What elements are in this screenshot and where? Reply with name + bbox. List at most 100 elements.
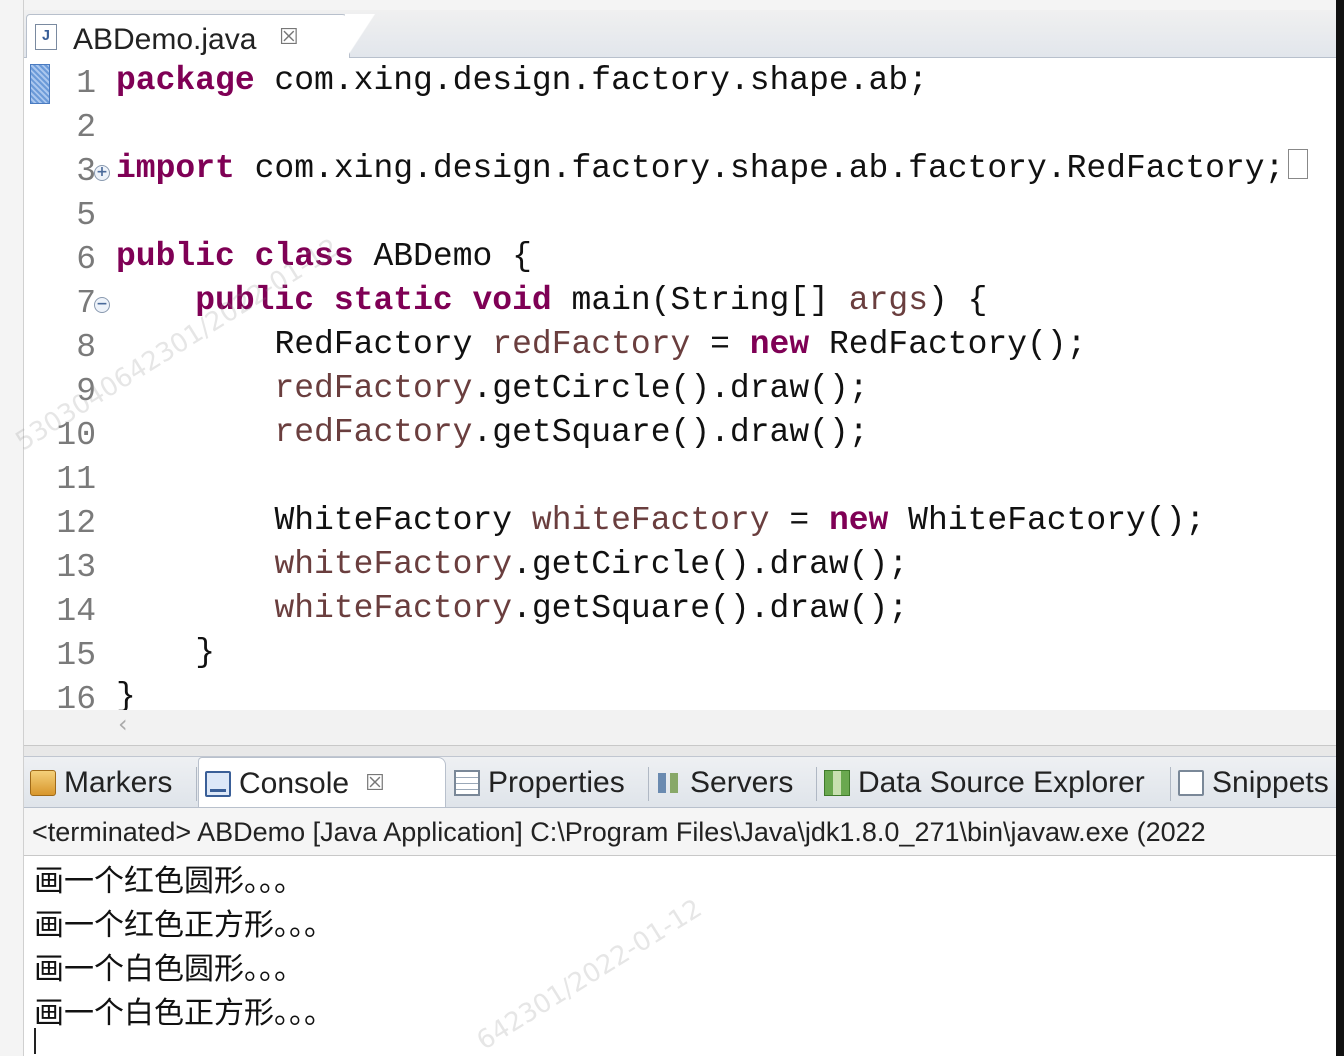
keyword: class	[254, 238, 354, 275]
editor-tab-abdemo[interactable]: J ABDemo.java ☒	[26, 14, 375, 60]
tab-label: Snippets	[1212, 766, 1329, 799]
eclipse-window: J ABDemo.java ☒ 1 2 3 + 5 6 7 − 8 9 10 1…	[0, 0, 1344, 1056]
snippets-icon	[1178, 770, 1204, 796]
data-source-explorer-icon	[824, 770, 850, 796]
code-line: package com.xing.design.factory.shape.ab…	[116, 62, 928, 106]
tab-markers[interactable]: Markers	[24, 757, 196, 807]
keyword: public	[195, 282, 315, 319]
console-output[interactable]: 画一个红色圆形。。。 画一个红色正方形。。。 画一个白色圆形。。。 画一个白色正…	[24, 856, 1336, 1056]
code-line: redFactory.getCircle().draw();	[116, 370, 869, 414]
keyword: new	[828, 502, 889, 539]
tab-console[interactable]: Console ☒	[198, 757, 446, 807]
code-text: .getCircle().draw();	[472, 370, 869, 407]
overview-ruler	[24, 58, 52, 710]
line-number: 1	[76, 65, 96, 102]
current-line-marker	[30, 64, 50, 104]
local-variable: redFactory	[492, 326, 691, 363]
code-text: com.xing.design.factory.shape.ab.factory…	[234, 150, 1285, 187]
line-number: 6	[76, 241, 96, 278]
line-number: 3	[76, 153, 96, 190]
tab-label: Data Source Explorer	[858, 766, 1145, 799]
code-line: }	[116, 634, 216, 671]
code-text: RedFactory();	[809, 326, 1087, 363]
code-text: =	[690, 326, 750, 363]
console-status-header: <terminated> ABDemo [Java Application] C…	[24, 808, 1336, 856]
code-line: public static void main(String[] args) {	[116, 282, 987, 326]
local-variable: whiteFactory	[274, 546, 513, 583]
keyword: static	[333, 282, 453, 319]
tab-label: Properties	[488, 766, 625, 799]
scroll-left-icon[interactable]: ‹	[118, 710, 128, 738]
code-text: .getSquare().draw();	[512, 590, 909, 627]
code-text: .getCircle().draw();	[512, 546, 909, 583]
local-variable: redFactory	[274, 370, 473, 407]
keyword: void	[472, 282, 552, 319]
tab-label: Console	[239, 766, 350, 800]
properties-icon	[454, 770, 480, 796]
editor-tab-label: ABDemo.java	[73, 23, 257, 56]
code-text: ) {	[928, 282, 988, 319]
line-number: 9	[76, 373, 96, 410]
editor-tab-bar: J ABDemo.java ☒	[24, 10, 1336, 60]
console-output-line: 画一个白色圆形。。。	[34, 952, 304, 987]
expand-fold-icon[interactable]: +	[94, 165, 110, 181]
line-number-gutter: 1 2 3 + 5 6 7 − 8 9 10 11 12 13 14 15 16	[52, 58, 116, 710]
keyword: new	[749, 326, 810, 363]
line-number: 7	[76, 285, 96, 322]
keyword: import	[116, 150, 235, 187]
window-right-edge	[1336, 0, 1344, 1056]
code-text: com.xing.design.factory.shape.ab;	[254, 62, 928, 99]
keyword: public	[116, 238, 235, 275]
code-text: WhiteFactory();	[888, 502, 1206, 539]
markers-icon	[30, 770, 56, 796]
code-line: whiteFactory.getSquare().draw();	[116, 590, 908, 634]
editor-horizontal-scrollbar[interactable]: ‹	[24, 710, 1336, 746]
collapse-fold-icon[interactable]: −	[94, 297, 110, 313]
type-name: RedFactory	[274, 326, 493, 363]
console-output-line: 画一个红色圆形。。。	[34, 864, 304, 899]
tab-data-source-explorer[interactable]: Data Source Explorer	[818, 757, 1168, 807]
code-line: RedFactory redFactory = new RedFactory()…	[116, 326, 1086, 370]
line-number: 15	[56, 637, 96, 674]
tab-servers[interactable]: Servers	[650, 757, 816, 807]
console-output-line: 画一个白色正方形。。。	[34, 996, 334, 1031]
tab-label: Servers	[690, 766, 794, 799]
type-name: WhiteFactory	[274, 502, 532, 539]
code-text: .getSquare().draw();	[472, 414, 869, 451]
java-file-icon: J	[35, 24, 57, 50]
tab-label: Markers	[64, 766, 173, 799]
code-text-area[interactable]: package com.xing.design.factory.shape.ab…	[116, 58, 1336, 710]
line-number: 11	[56, 461, 96, 498]
parameter: args	[848, 282, 928, 319]
keyword: package	[116, 62, 255, 99]
code-line: import com.xing.design.factory.shape.ab.…	[116, 149, 1309, 194]
line-number: 5	[76, 197, 96, 234]
code-line: }	[116, 678, 136, 710]
tab-properties[interactable]: Properties	[448, 757, 648, 807]
close-icon[interactable]: ☒	[279, 25, 299, 50]
window-left-edge	[0, 0, 24, 1056]
tab-snippets[interactable]: Snippets	[1172, 757, 1336, 807]
code-line: WhiteFactory whiteFactory = new WhiteFac…	[116, 502, 1205, 546]
console-output-line: 画一个红色正方形。。。	[34, 908, 334, 943]
folded-imports-icon[interactable]	[1288, 149, 1309, 180]
local-variable: redFactory	[274, 414, 473, 451]
close-icon[interactable]: ☒	[365, 771, 385, 796]
line-number: 8	[76, 329, 96, 366]
tab-divider	[648, 767, 649, 801]
line-number: 16	[56, 681, 96, 710]
tab-divider	[1170, 767, 1171, 801]
local-variable: whiteFactory	[274, 590, 513, 627]
line-number: 14	[56, 593, 96, 630]
code-editor[interactable]: 1 2 3 + 5 6 7 − 8 9 10 11 12 13 14 15 16…	[24, 58, 1336, 710]
code-text: ABDemo {	[353, 238, 532, 275]
code-text: =	[769, 502, 829, 539]
line-number: 10	[56, 417, 96, 454]
line-number: 2	[76, 109, 96, 146]
